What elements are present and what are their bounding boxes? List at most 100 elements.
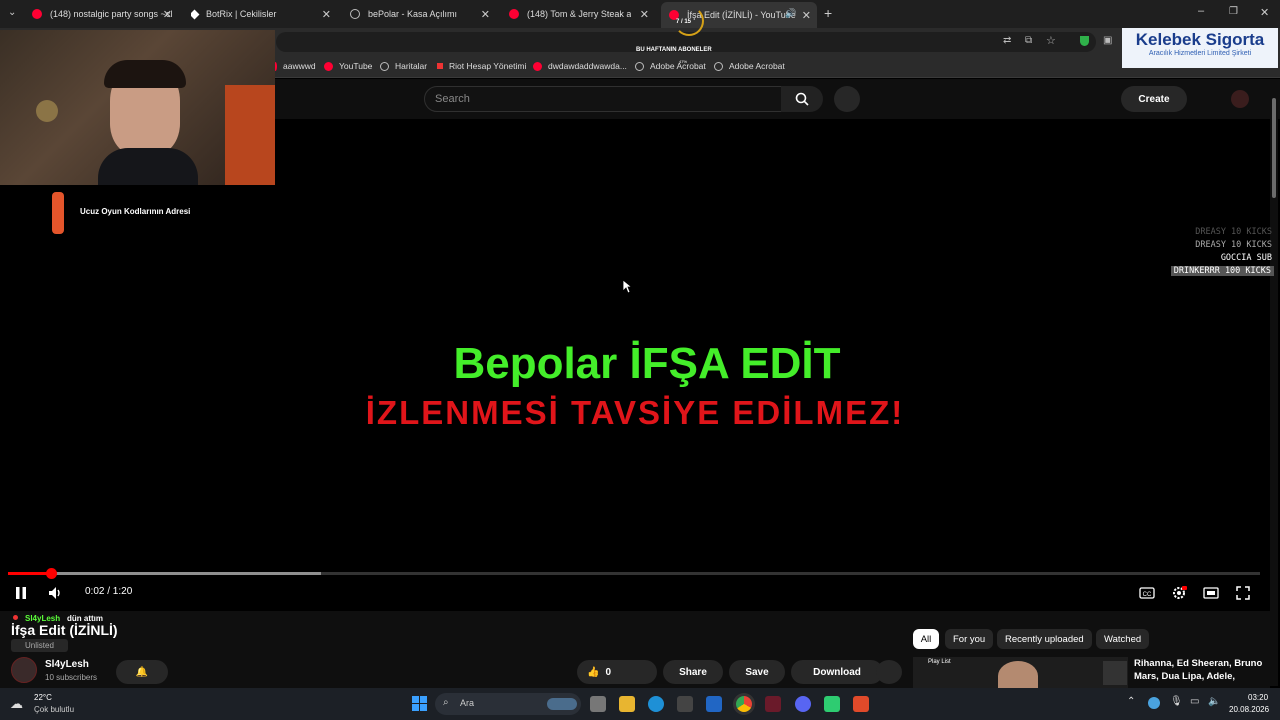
bookmark-label: dwdawdaddwawda... [548, 61, 627, 71]
tab-list-chevron-icon[interactable]: ⌄ [8, 7, 16, 18]
close-icon[interactable]: ✕ [640, 8, 649, 21]
microphone-icon[interactable]: 🎙 [1170, 696, 1183, 707]
taskbar-search[interactable]: ⌕ Ara [435, 693, 581, 715]
alert-item: DRINKERRR 100 KICKS [1170, 266, 1274, 276]
video-title: İfşa Edit (İZİNLİ) [11, 622, 118, 638]
tab-2[interactable]: BotRix | Cekilisler ✕ [191, 4, 337, 24]
minimize-icon[interactable]: – [1198, 5, 1204, 17]
video-player[interactable]: Bepolar İFŞA EDİT İZLENMESİ TAVSİYE EDİL… [0, 119, 1270, 611]
new-tab-icon[interactable]: + [824, 5, 832, 21]
weather-cloud-icon: ☁ [10, 696, 23, 711]
svg-text:CC: CC [1143, 592, 1152, 598]
subscriber-count: 10 subscribers [45, 673, 98, 682]
star-icon[interactable]: ☆ [1046, 34, 1056, 47]
speaker-icon[interactable]: 🔊 [785, 8, 796, 19]
more-actions-button[interactable] [876, 660, 902, 684]
download-button[interactable]: Download [791, 660, 883, 684]
close-icon[interactable]: ✕ [802, 9, 811, 22]
alert-item: GOCCIA SUB [1220, 253, 1272, 263]
channel-avatar[interactable] [11, 657, 37, 683]
youtube-icon [32, 9, 42, 19]
tab-1[interactable]: (148) nostalgic party songs ~cl ✕ [32, 4, 178, 24]
volume-tray-icon[interactable]: 🔈 [1208, 696, 1220, 707]
sponsor-banner: Kelebek Sigorta Aracılık Hizmetleri Limi… [1122, 28, 1278, 68]
voice-search-button[interactable] [834, 86, 860, 112]
tray-app-icon[interactable] [1148, 697, 1160, 709]
fullscreen-icon[interactable] [1235, 585, 1251, 601]
share-button[interactable]: Share [663, 660, 723, 684]
chrome-icon[interactable] [736, 696, 752, 712]
file-explorer-icon[interactable] [619, 696, 635, 712]
mail-icon[interactable] [706, 696, 722, 712]
tab-label: bePolar - Kasa Açılımı [368, 9, 458, 19]
chair-back [225, 85, 275, 185]
bookmark-item[interactable]: dwdawdaddwawda... [533, 61, 627, 71]
discord-icon[interactable] [795, 696, 811, 712]
shield-extension-icon[interactable] [1080, 36, 1089, 46]
chip-recently-uploaded[interactable]: Recently uploaded [997, 629, 1092, 649]
theater-mode-icon[interactable] [1203, 585, 1219, 601]
bookmark-item[interactable]: Haritalar [380, 61, 427, 71]
close-icon[interactable]: ✕ [163, 8, 172, 21]
globe-icon [350, 9, 360, 19]
volume-icon[interactable] [47, 585, 63, 601]
recommended-title[interactable]: Rihanna, Ed Sheeran, Bruno Mars, Dua Lip… [1134, 657, 1264, 683]
restore-icon[interactable]: ❐ [1229, 6, 1238, 17]
bookmark-label: Adobe Acrobat [650, 61, 706, 71]
bookmark-item[interactable]: Riot Hesap Yönetimi [437, 61, 526, 71]
like-count: 0 [605, 666, 612, 678]
youtube-icon [324, 61, 333, 71]
chip-all[interactable]: All [913, 629, 939, 649]
chip-for-you[interactable]: For you [945, 629, 994, 649]
notification-bell-button[interactable]: 🔔 [116, 660, 168, 684]
bookmark-item[interactable]: YouTube [324, 61, 372, 71]
store-icon[interactable] [677, 696, 693, 712]
save-button[interactable]: Save [729, 660, 785, 684]
captions-icon[interactable]: CC [1139, 585, 1155, 601]
thumbs-up-icon: 👍 [587, 666, 600, 678]
sponsor-name: Kelebek Sigorta [1135, 30, 1265, 49]
close-icon[interactable]: ✕ [481, 8, 490, 21]
subs-goal-percent: 47% [679, 59, 688, 64]
windows-start-icon[interactable] [412, 696, 427, 711]
search-button[interactable] [781, 86, 823, 112]
translate-icon[interactable]: ⇄ [1003, 35, 1011, 46]
globe-icon [714, 61, 723, 71]
kick-icon[interactable] [824, 696, 840, 712]
video-info-section: Sl4yLesh dün attım İfşa Edit (İZİNLİ) Un… [0, 611, 1270, 688]
bookmark-item[interactable]: aawwwd [274, 61, 316, 71]
bookmark-label: aawwwd [283, 61, 316, 71]
bookmark-item[interactable]: Adobe Acrobat [714, 61, 785, 71]
cast-icon[interactable]: ⧉ [1025, 35, 1032, 46]
tray-chevron-icon[interactable]: ⌃ [1127, 696, 1135, 707]
clock-time[interactable]: 03:20 [1248, 693, 1268, 702]
ad-link-text: Ucuz Oyun Kodlarının Adresi [80, 207, 191, 216]
edge-icon[interactable] [648, 696, 664, 712]
settings-icon[interactable] [1171, 585, 1187, 601]
sponsor-subtitle: Aracılık Hizmetleri Limited Şirketi [1148, 50, 1252, 57]
recommended-thumbnail[interactable]: Play List [913, 657, 1128, 688]
progress-scrubber[interactable] [45, 568, 57, 579]
thumbnail-tracklist [1103, 661, 1127, 685]
progress-bar[interactable] [8, 568, 1260, 579]
like-button[interactable]: 👍 0 [577, 660, 657, 684]
task-view-icon[interactable] [590, 696, 606, 712]
browser-tab-bar: ⌄ (148) nostalgic party songs ~cl ✕ BotR… [0, 0, 1280, 28]
tab-4[interactable]: (148) Tom & Jerry Steak and a ✕ [509, 4, 655, 24]
app-icon[interactable] [765, 696, 781, 712]
create-button[interactable]: Create [1121, 86, 1187, 112]
brave-icon[interactable] [853, 696, 869, 712]
scrollbar-thumb[interactable] [1272, 98, 1276, 198]
close-icon[interactable]: ✕ [322, 8, 331, 21]
close-window-icon[interactable]: ✕ [1260, 6, 1269, 19]
channel-name[interactable]: Sl4yLesh [45, 659, 89, 670]
network-icon[interactable]: ▭ [1190, 696, 1199, 707]
search-input[interactable]: Search [424, 86, 782, 112]
extensions-icon[interactable]: ▣ [1103, 35, 1112, 46]
account-avatar[interactable] [1231, 90, 1249, 108]
chip-watched[interactable]: Watched [1096, 629, 1150, 649]
tab-3[interactable]: bePolar - Kasa Açılımı ✕ [350, 4, 496, 24]
pause-icon[interactable] [13, 585, 29, 601]
bookmark-item[interactable]: Adobe Acrobat [635, 61, 706, 71]
clock-date[interactable]: 20.08.2026 [1229, 705, 1269, 714]
